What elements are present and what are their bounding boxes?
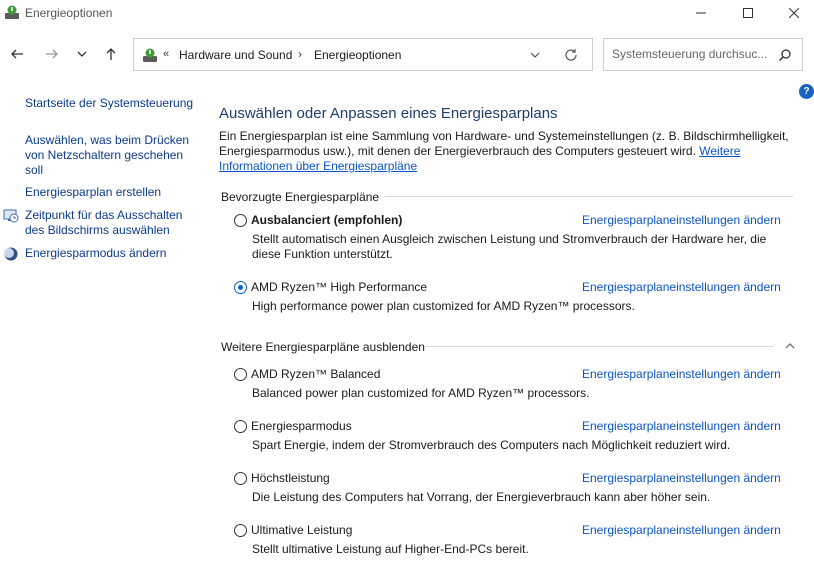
page-title: Auswählen oder Anpassen eines Energiespa… [219, 105, 558, 122]
up-button[interactable] [99, 42, 123, 66]
maximize-icon [743, 8, 753, 18]
plan-description: Spart Energie, indem der Stromverbrauch … [252, 438, 731, 452]
plan-settings-link[interactable]: Energiesparplaneinstellungen ändern [582, 280, 781, 294]
plan-radio-amd-high-performance[interactable] [234, 281, 247, 294]
arrow-left-icon [11, 49, 23, 59]
help-icon[interactable]: ? [799, 84, 814, 99]
section-divider [424, 346, 774, 347]
plan-description: Stellt ultimative Leistung auf Higher-En… [252, 542, 529, 556]
minimize-icon [696, 12, 706, 14]
breadcrumb-separator[interactable]: › [298, 47, 302, 61]
moon-icon [4, 247, 18, 261]
sidebar-item-sleep[interactable]: Energiesparmodus ändern [25, 246, 195, 261]
power-options-icon [5, 5, 19, 19]
plan-settings-link[interactable]: Energiesparplaneinstellungen ändern [582, 471, 781, 485]
maximize-button[interactable] [725, 0, 771, 26]
window-title: Energieoptionen [25, 6, 113, 20]
plan-name[interactable]: Ultimative Leistung [251, 523, 352, 537]
intro-paragraph: Ein Energiesparplan ist eine Sammlung vo… [219, 129, 789, 174]
plan-settings-link[interactable]: Energiesparplaneinstellungen ändern [582, 523, 781, 537]
plan-radio-ultimative-leistung[interactable] [234, 524, 247, 537]
address-bar[interactable]: « Hardware und Sound › Energieoptionen [133, 38, 593, 71]
arrow-up-icon [106, 48, 116, 60]
sidebar-item-create-plan[interactable]: Energiesparplan erstellen [25, 185, 195, 200]
sidebar-item-power-buttons[interactable]: Auswählen, was beim Drücken von Netzscha… [25, 133, 193, 178]
monitor-clock-icon [3, 209, 19, 223]
plan-name[interactable]: Ausbalanciert (empfohlen) [251, 213, 402, 227]
close-button[interactable] [771, 0, 814, 26]
plan-description: Balanced power plan customized for AMD R… [252, 386, 590, 400]
power-options-icon [143, 48, 157, 62]
plan-name[interactable]: Energiesparmodus [251, 419, 352, 433]
forward-button[interactable] [40, 42, 64, 66]
sidebar-item-display-off[interactable]: Zeitpunkt für das Ausschalten des Bildsc… [25, 208, 195, 238]
plan-description: Stellt automatisch einen Ausgleich zwisc… [252, 232, 767, 261]
search-icon[interactable] [778, 48, 792, 62]
back-button[interactable] [5, 42, 29, 66]
plan-radio-hoechstleistung[interactable] [234, 472, 247, 485]
plan-description: High performance power plan customized f… [252, 299, 635, 313]
title-bar: Energieoptionen [0, 0, 814, 26]
plan-settings-link[interactable]: Energiesparplaneinstellungen ändern [582, 367, 781, 381]
plan-radio-ausbalanciert[interactable] [234, 214, 247, 227]
minimize-button[interactable] [678, 0, 724, 26]
plan-name[interactable]: AMD Ryzen™ High Performance [251, 280, 427, 294]
navigation-bar: « Hardware und Sound › Energieoptionen [0, 34, 814, 74]
chevron-down-icon [77, 51, 87, 57]
section-divider [385, 196, 793, 197]
plan-description: Die Leistung des Computers hat Vorrang, … [252, 490, 711, 504]
plan-name[interactable]: Höchstleistung [251, 471, 330, 485]
refresh-icon[interactable] [563, 47, 579, 63]
search-input[interactable] [612, 47, 772, 61]
plan-radio-energiesparmodus[interactable] [234, 420, 247, 433]
plan-name[interactable]: AMD Ryzen™ Balanced [251, 367, 380, 381]
recent-locations-button[interactable] [70, 42, 94, 66]
plan-radio-amd-balanced[interactable] [234, 368, 247, 381]
arrow-right-icon [46, 49, 58, 59]
breadcrumb-energieoptionen[interactable]: Energieoptionen [314, 48, 401, 62]
hidden-plans-header[interactable]: Weitere Energiesparpläne ausblenden [221, 340, 425, 354]
search-box[interactable] [603, 38, 803, 71]
chevron-up-icon[interactable] [783, 339, 797, 353]
breadcrumb-hardware-sound[interactable]: Hardware und Sound [179, 48, 292, 62]
plan-settings-link[interactable]: Energiesparplaneinstellungen ändern [582, 213, 781, 227]
plan-settings-link[interactable]: Energiesparplaneinstellungen ändern [582, 419, 781, 433]
chevron-down-icon[interactable] [527, 47, 543, 63]
close-icon [789, 8, 799, 18]
breadcrumb-overflow[interactable]: « [163, 48, 169, 60]
sidebar-item-home[interactable]: Startseite der Systemsteuerung [25, 96, 195, 111]
preferred-plans-header: Bevorzugte Energiesparpläne [221, 190, 380, 204]
